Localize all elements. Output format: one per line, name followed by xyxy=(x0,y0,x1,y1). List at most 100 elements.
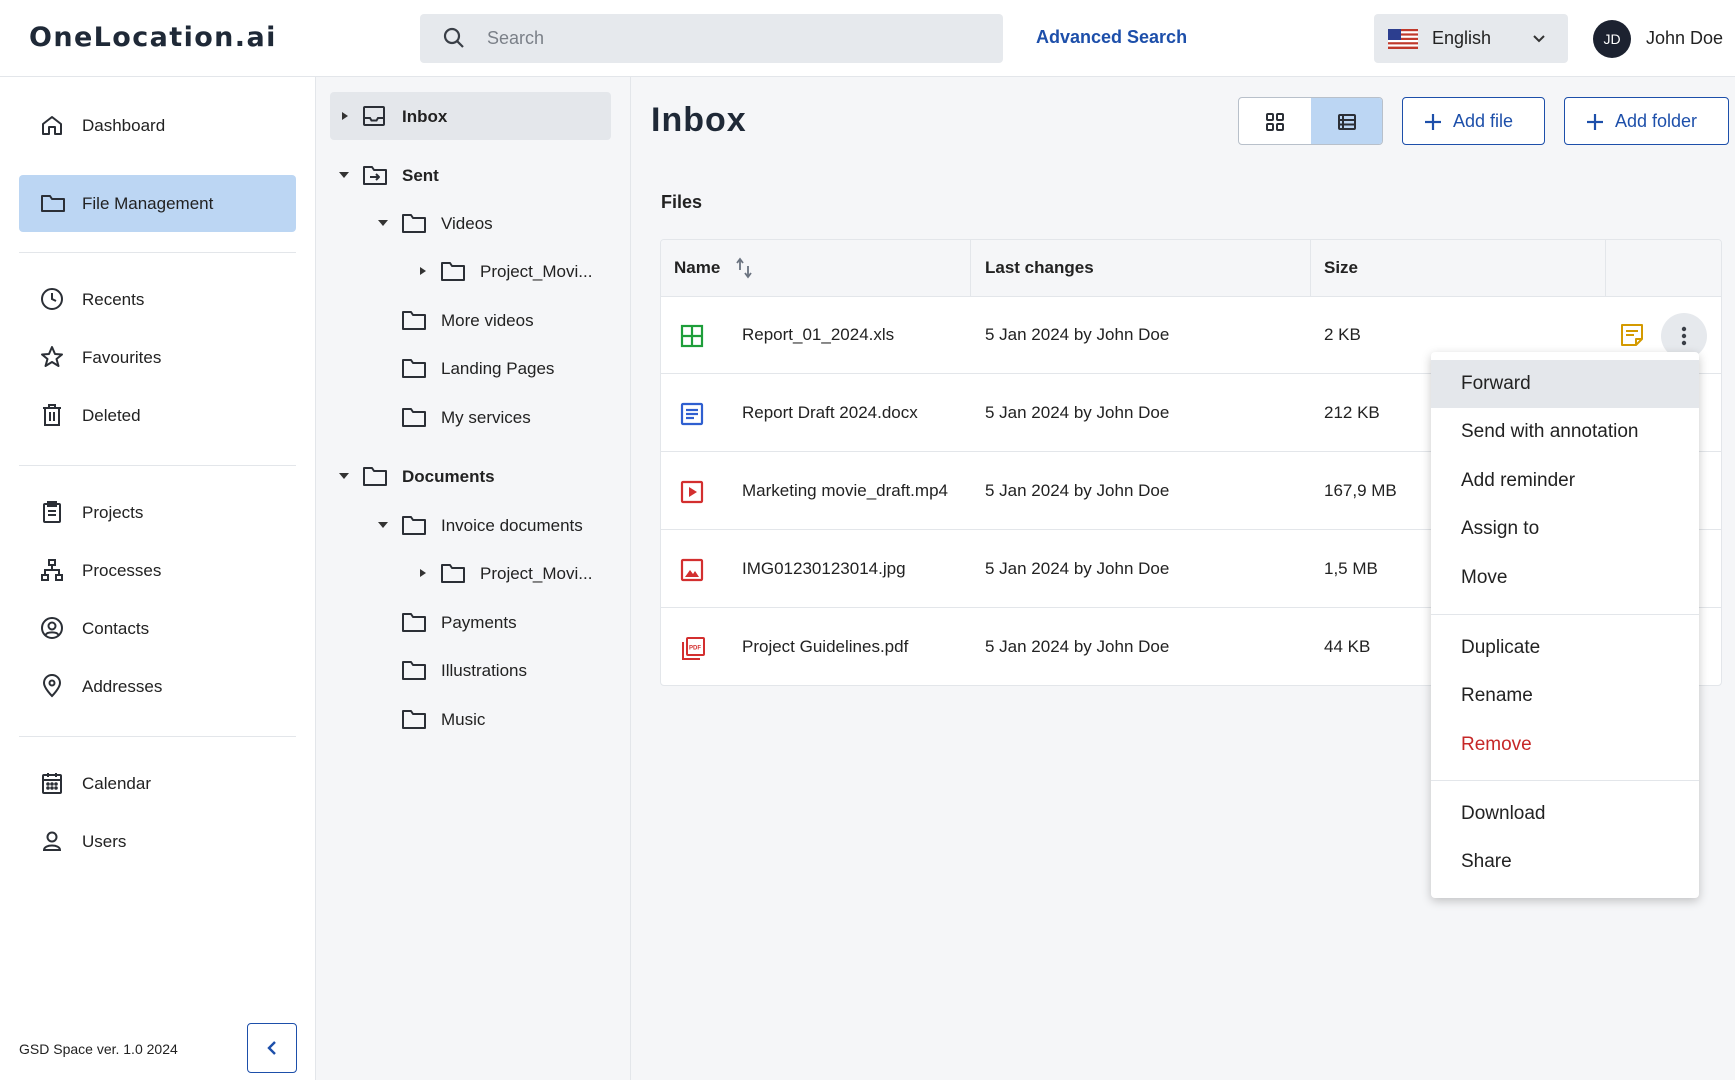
sidebar-item-calendar[interactable]: Calendar xyxy=(19,755,296,812)
user-circle-icon xyxy=(40,616,64,640)
trash-icon xyxy=(40,403,64,427)
location-pin-icon xyxy=(40,674,64,698)
caret-down-icon[interactable] xyxy=(338,170,350,180)
search-box[interactable] xyxy=(420,14,1003,63)
tree-node-project-movie-2[interactable]: Project_Movi... xyxy=(408,549,611,597)
sidebar-item-projects[interactable]: Projects xyxy=(19,484,296,541)
menu-item-label: Remove xyxy=(1461,734,1532,755)
sidebar-item-label: Calendar xyxy=(82,774,151,793)
tree-node-illustrations[interactable]: Illustrations xyxy=(369,646,611,694)
add-file-button[interactable]: Add file xyxy=(1402,97,1545,145)
image-icon xyxy=(680,558,704,582)
caret-down-icon[interactable] xyxy=(338,471,350,481)
grid-view-button[interactable] xyxy=(1239,98,1311,144)
tree-node-label: Invoice documents xyxy=(441,516,583,535)
menu-item-remove[interactable]: Remove xyxy=(1431,721,1699,769)
folder-tree: Inbox Sent Videos Project_Movi... More v… xyxy=(316,77,631,1080)
file-size: 1,5 MB xyxy=(1324,559,1378,578)
tree-node-my-services[interactable]: My services xyxy=(369,393,611,441)
page-title: Inbox xyxy=(651,101,747,139)
sidebar-item-label: Favourites xyxy=(82,348,162,367)
tree-node-documents[interactable]: Documents xyxy=(330,452,611,500)
sidebar-item-recents[interactable]: Recents xyxy=(19,271,296,328)
collapse-sidebar-button[interactable] xyxy=(247,1023,297,1073)
sidebar-item-addresses[interactable]: Addresses xyxy=(19,658,296,715)
column-last-changes[interactable]: Last changes xyxy=(985,258,1094,278)
sidebar-item-label: File Management xyxy=(82,194,214,213)
folder-icon xyxy=(401,357,427,379)
file-last-changes: 5 Jan 2024 by John Doe xyxy=(985,481,1170,500)
folder-icon xyxy=(401,406,427,428)
folder-icon xyxy=(401,708,427,730)
tree-node-payments[interactable]: Payments xyxy=(369,598,611,646)
menu-item-add-reminder[interactable]: Add reminder xyxy=(1431,457,1699,505)
sidebar-item-processes[interactable]: Processes xyxy=(19,542,296,599)
version-label: GSD Space ver. 1.0 2024 xyxy=(19,1041,178,1057)
avatar[interactable]: JD xyxy=(1593,20,1631,58)
user-name[interactable]: John Doe xyxy=(1646,28,1723,49)
sidebar-item-file-management[interactable]: File Management xyxy=(19,175,296,232)
tree-node-inbox[interactable]: Inbox xyxy=(330,92,611,140)
menu-item-send-with-annotation[interactable]: Send with annotation xyxy=(1431,408,1699,456)
file-last-changes: 5 Jan 2024 by John Doe xyxy=(985,403,1170,422)
menu-item-assign-to[interactable]: Assign to xyxy=(1431,505,1699,553)
menu-item-label: Rename xyxy=(1461,685,1533,706)
caret-right-icon[interactable] xyxy=(418,568,428,578)
menu-item-label: Share xyxy=(1461,851,1512,872)
column-name[interactable]: Name xyxy=(674,258,720,278)
sidebar-item-label: Recents xyxy=(82,290,145,309)
tree-node-landing-pages[interactable]: Landing Pages xyxy=(369,344,611,392)
caret-down-icon[interactable] xyxy=(377,218,389,228)
caret-right-icon[interactable] xyxy=(340,111,350,121)
tree-node-music[interactable]: Music xyxy=(369,695,611,743)
tree-node-label: Landing Pages xyxy=(441,359,555,378)
menu-item-rename[interactable]: Rename xyxy=(1431,672,1699,720)
annotation-note-icon[interactable] xyxy=(1619,322,1645,348)
column-divider xyxy=(1605,240,1606,297)
search-icon xyxy=(442,26,466,50)
clock-icon xyxy=(40,287,64,311)
tree-node-sent[interactable]: Sent xyxy=(330,151,611,199)
tree-node-videos[interactable]: Videos xyxy=(369,199,611,247)
caret-right-icon[interactable] xyxy=(418,266,428,276)
folder-icon xyxy=(401,514,427,536)
folder-icon xyxy=(440,260,466,282)
file-last-changes: 5 Jan 2024 by John Doe xyxy=(985,637,1170,656)
menu-item-forward[interactable]: Forward xyxy=(1431,360,1699,408)
add-folder-button[interactable]: Add folder xyxy=(1564,97,1729,145)
tree-node-label: Inbox xyxy=(402,107,448,126)
tree-node-project-movie[interactable]: Project_Movi... xyxy=(408,247,611,295)
sort-icon[interactable] xyxy=(735,257,753,279)
chevron-down-icon xyxy=(1530,30,1548,48)
language-select[interactable]: English xyxy=(1374,14,1568,63)
advanced-search-link[interactable]: Advanced Search xyxy=(1036,27,1187,48)
user-icon xyxy=(40,829,64,853)
tree-node-invoice-documents[interactable]: Invoice documents xyxy=(369,501,611,549)
menu-item-label: Assign to xyxy=(1461,518,1540,539)
menu-item-share[interactable]: Share xyxy=(1431,838,1699,886)
app-logo[interactable]: OneLocation.ai xyxy=(29,22,277,53)
folder-icon xyxy=(401,611,427,633)
table-header: Name Last changes Size xyxy=(661,240,1721,297)
sidebar-item-label: Contacts xyxy=(82,619,150,638)
list-view-button[interactable] xyxy=(1311,98,1382,144)
file-size: 2 KB xyxy=(1324,325,1361,344)
search-input[interactable] xyxy=(487,14,987,63)
sidebar-item-label: Dashboard xyxy=(82,116,166,135)
menu-item-download[interactable]: Download xyxy=(1431,790,1699,838)
tree-node-more-videos[interactable]: More videos xyxy=(369,296,611,344)
sidebar-item-contacts[interactable]: Contacts xyxy=(19,600,296,657)
sidebar-item-dashboard[interactable]: Dashboard xyxy=(19,97,296,154)
sidebar-item-favourites[interactable]: Favourites xyxy=(19,329,296,386)
folder-icon xyxy=(401,212,427,234)
column-size[interactable]: Size xyxy=(1324,258,1358,278)
tree-node-label: Illustrations xyxy=(441,661,527,680)
file-size: 44 KB xyxy=(1324,637,1371,656)
menu-item-move[interactable]: Move xyxy=(1431,554,1699,602)
sidebar-item-deleted[interactable]: Deleted xyxy=(19,387,296,444)
sidebar-item-users[interactable]: Users xyxy=(19,813,296,870)
menu-item-label: Duplicate xyxy=(1461,637,1541,658)
file-size: 167,9 MB xyxy=(1324,481,1397,500)
caret-down-icon[interactable] xyxy=(377,520,389,530)
menu-item-duplicate[interactable]: Duplicate xyxy=(1431,624,1699,672)
